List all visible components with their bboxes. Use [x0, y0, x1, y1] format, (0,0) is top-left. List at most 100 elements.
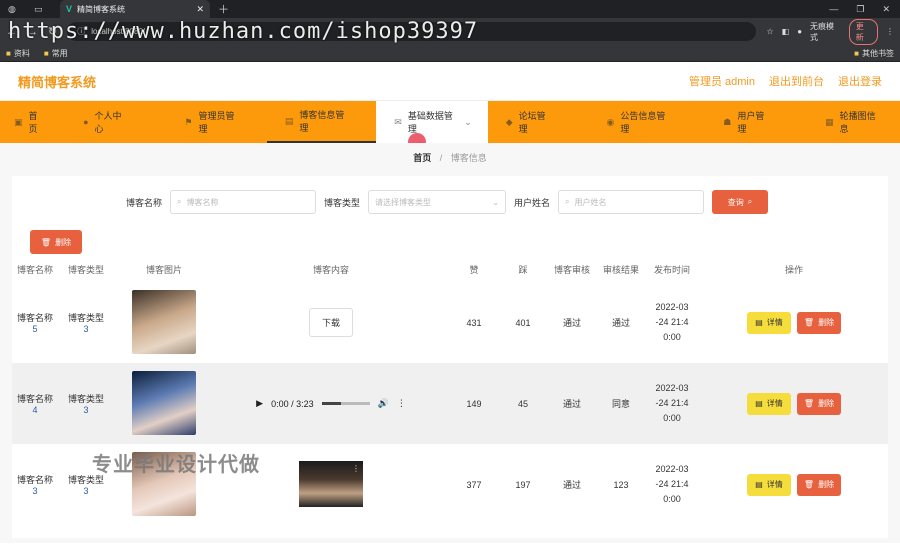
tab-overview-icon[interactable]: ▭: [34, 4, 43, 15]
user-search-input[interactable]: ⌕ 用户姓名: [558, 190, 705, 214]
table-row: 博客名称 5 博客类型 3 下载 431 401 通过 通过 2022-03 -24 …: [12, 282, 888, 363]
cell-name-num: 4: [32, 405, 38, 415]
download-button[interactable]: 下载: [308, 308, 353, 337]
tab-title: 精简博客系统: [77, 4, 126, 14]
back-icon[interactable]: ←: [6, 26, 17, 38]
menu-item-carousel[interactable]: ▦ 轮播图信息: [807, 101, 900, 143]
folder-icon: ■: [43, 48, 49, 58]
audio-time: 0:00 / 3:23: [271, 398, 314, 409]
menu-label: 管理员管理: [198, 111, 235, 134]
menu-item-forum[interactable]: ◆ 论坛管理: [488, 101, 589, 143]
new-tab-icon[interactable]: ＋: [218, 1, 229, 17]
type-select[interactable]: 请选择博客类型 ⌄: [368, 190, 507, 214]
trash-icon: 🗑: [803, 480, 815, 489]
menu-item-home[interactable]: ▣ 首页: [0, 101, 65, 143]
breadcrumb-current: 博客信息: [450, 153, 487, 163]
detail-button[interactable]: ▤ 详情: [747, 311, 791, 334]
col-header: 发布时间: [653, 264, 690, 275]
cell-likes: 149: [466, 398, 482, 409]
bookmarks-bar: ■ 资料 ■ 常用 ■ 其他书签: [0, 45, 900, 62]
blog-image[interactable]: [132, 370, 196, 435]
type-placeholder: 请选择博客类型: [375, 197, 432, 207]
blog-image[interactable]: [132, 289, 196, 354]
query-label: 查询: [727, 197, 744, 207]
maximize-icon[interactable]: ❐: [856, 4, 864, 15]
mail-icon: ✉: [394, 116, 402, 127]
globe-icon[interactable]: ◍: [8, 4, 16, 15]
cell-type-num: 3: [83, 405, 89, 415]
back-to-front-link[interactable]: 退出到前台: [769, 73, 824, 89]
bookmark-label: 资料: [13, 48, 30, 58]
close-tab-icon[interactable]: ✕: [196, 4, 204, 15]
delete-button[interactable]: 🗑 删除: [797, 392, 841, 415]
menu-item-profile[interactable]: ● 个人中心: [65, 101, 166, 143]
breadcrumb-home[interactable]: 首页: [413, 153, 431, 163]
minimize-icon[interactable]: —: [829, 4, 838, 14]
batch-delete-button[interactable]: 🗑 删除: [30, 230, 82, 254]
volume-icon[interactable]: 🔊: [378, 398, 389, 409]
query-button[interactable]: 查询 ⌕: [712, 190, 769, 214]
detail-button[interactable]: ▤ 详情: [747, 473, 791, 496]
cell-type: 博客类型: [67, 475, 104, 485]
name-search-input[interactable]: ⌕ 博客名称: [170, 190, 317, 214]
col-header: 审核结果: [602, 264, 639, 275]
cell-time-line3: 0:00: [663, 494, 681, 504]
more-icon[interactable]: ⋮: [352, 464, 360, 473]
sidepanel-icon[interactable]: ◧: [782, 27, 790, 36]
url-field[interactable]: ⓘ localhost:8080/: [67, 22, 757, 41]
chevron-down-icon: ⌄: [464, 116, 472, 127]
update-button[interactable]: 更新: [848, 18, 878, 45]
cell-result: 123: [613, 479, 629, 490]
menu-item-notice[interactable]: ◉ 公告信息管理: [588, 101, 705, 143]
browser-tab[interactable]: V 精简博客系统 ✕: [60, 0, 210, 18]
menu-item-blog[interactable]: ▤ 博客信息管理: [266, 101, 377, 143]
more-icon[interactable]: ⋮: [397, 398, 406, 409]
logout-link[interactable]: 退出登录: [838, 73, 882, 89]
close-window-icon[interactable]: ✕: [882, 4, 890, 15]
delete-button[interactable]: 🗑 删除: [797, 473, 841, 496]
video-player[interactable]: ⋮: [299, 460, 363, 507]
notice-icon: ◉: [606, 116, 615, 127]
menu-item-admins[interactable]: ⚑ 管理员管理: [166, 101, 266, 143]
star-icon[interactable]: ☆: [766, 27, 773, 36]
cell-time-line2: -24 21:4: [655, 479, 689, 489]
search-icon: ⌕: [177, 197, 182, 206]
cell-name-num: 3: [32, 486, 38, 496]
trash-icon: 🗑: [803, 318, 815, 327]
cell-type: 博客类型: [67, 394, 104, 404]
play-icon[interactable]: ▶: [256, 398, 263, 409]
blog-image[interactable]: [132, 451, 196, 516]
table-header-row: 博客名称 博客类型 博客图片 博客内容 赞 踩 博客审核 审核结果 发布时间 操…: [12, 256, 888, 282]
forward-icon[interactable]: →: [27, 26, 38, 38]
table-row: 博客名称 4 博客类型 3 ▶ 0:00 / 3:23 🔊 ⋮ 149 45 通过 …: [12, 363, 888, 444]
more-icon[interactable]: ⋮: [886, 27, 894, 36]
admin-label[interactable]: 管理员 admin: [689, 73, 755, 89]
incognito-icon: ●: [797, 27, 803, 36]
menu-label: 用户管理: [737, 111, 765, 134]
bookmark-folder-2[interactable]: ■ 常用: [44, 48, 68, 59]
audio-player[interactable]: ▶ 0:00 / 3:23 🔊 ⋮: [250, 391, 412, 417]
address-bar-row: ← → ↻ ⓘ localhost:8080/ ☆ ◧ ● 无痕模式 更新 ⋮: [0, 18, 900, 45]
delete-button[interactable]: 🗑 删除: [797, 311, 841, 334]
cell-name: 博客名称: [16, 394, 53, 404]
other-bookmarks[interactable]: ■ 其他书签: [854, 48, 894, 59]
bookmark-folder-1[interactable]: ■ 资料: [6, 48, 30, 59]
menu-item-basic-data[interactable]: ✉ 基础数据管理 ⌄: [376, 101, 488, 143]
col-header: 博客名称: [16, 264, 53, 275]
reload-icon[interactable]: ↻: [48, 25, 57, 38]
doc-icon: ▤: [284, 115, 294, 126]
cell-likes: 431: [466, 317, 482, 328]
row-actions: ▤ 详情 🗑 删除: [747, 392, 841, 415]
name-placeholder: 博客名称: [186, 197, 219, 207]
detail-button[interactable]: ▤ 详情: [747, 392, 791, 415]
site-logo-icon: V: [66, 4, 73, 14]
trash-icon: 🗑: [40, 237, 52, 247]
menu-item-users[interactable]: ☗ 用户管理: [705, 101, 807, 143]
list-panel: 博客名称 ⌕ 博客名称 博客类型 请选择博客类型 ⌄ 用户姓名 ⌕ 用户姓名 查询 ⌕ …: [12, 176, 888, 538]
filter-bar: 博客名称 ⌕ 博客名称 博客类型 请选择博客类型 ⌄ 用户姓名 ⌕ 用户姓名 查询 ⌕: [12, 176, 888, 214]
audio-progress[interactable]: [321, 402, 370, 405]
cell-name-num: 5: [32, 324, 38, 334]
cell-type-num: 3: [83, 324, 89, 334]
col-header: 踩: [518, 264, 528, 275]
cell-time-line1: 2022-03: [655, 383, 689, 393]
